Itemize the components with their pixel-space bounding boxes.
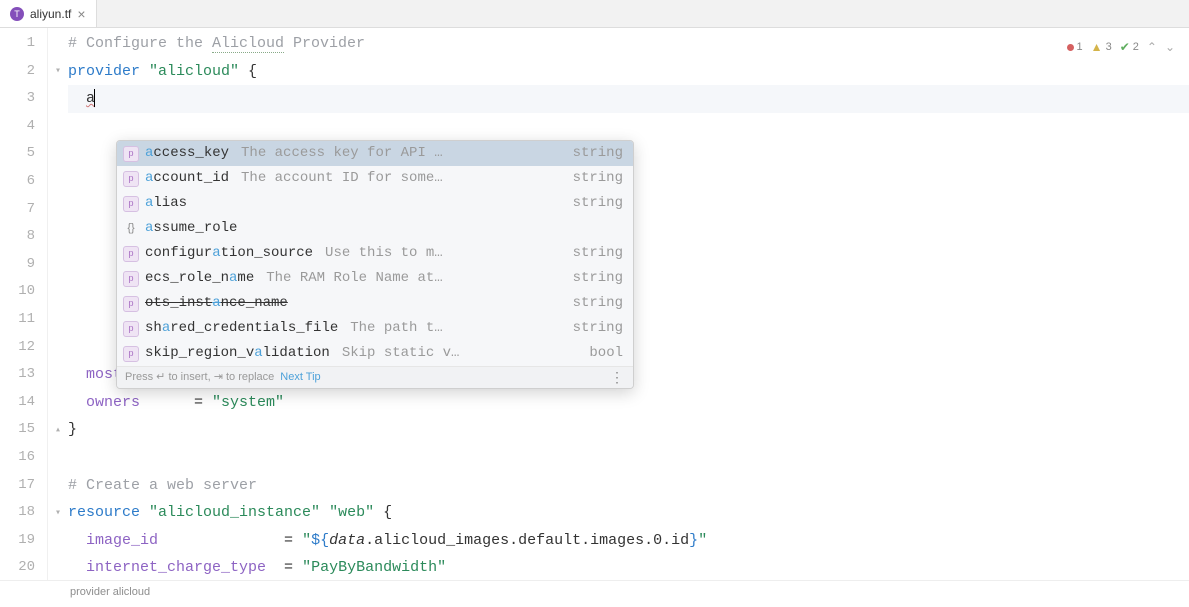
block-kind-icon: {}: [123, 221, 139, 237]
property-kind-icon: p: [123, 346, 139, 362]
code-line[interactable]: ▾provider "alicloud" {: [68, 58, 1189, 86]
tab-bar: T aliyun.tf ×: [0, 0, 1189, 28]
completion-desc: The access key for API …: [241, 140, 567, 167]
code-line[interactable]: ▾resource "alicloud_instance" "web" {: [68, 499, 1189, 527]
completion-type: string: [573, 240, 623, 268]
fold-icon[interactable]: ▾: [52, 500, 64, 528]
error-indicator[interactable]: 1: [1067, 34, 1083, 62]
completion-name: alias: [145, 190, 187, 218]
completion-name: account_id: [145, 165, 229, 193]
completion-name: configuration_source: [145, 240, 313, 268]
inspection-widget[interactable]: 1 ▲3 ✔2 ⌃ ⌄: [1067, 34, 1175, 62]
editor[interactable]: 12345678910 11121314151617181920 1 ▲3 ✔2…: [0, 28, 1189, 580]
completion-item[interactable]: p account_id The account ID for some…strin…: [117, 166, 633, 191]
completion-type: string: [573, 315, 623, 343]
completion-type: string: [573, 290, 623, 318]
code-line[interactable]: image_id = "${data.alicloud_images.defau…: [68, 527, 1189, 555]
tab-filename: aliyun.tf: [30, 7, 71, 21]
chevron-up-icon[interactable]: ⌃: [1147, 34, 1157, 62]
next-tip-link[interactable]: Next Tip: [280, 364, 320, 389]
completion-hint: Press ↵ to insert, ⇥ to replace: [125, 364, 274, 389]
code-line[interactable]: ▴}: [68, 416, 1189, 444]
completion-type: string: [573, 190, 623, 218]
code-line[interactable]: # Create a web server: [68, 472, 1189, 500]
warning-indicator[interactable]: ▲3: [1091, 34, 1112, 62]
completion-item[interactable]: pskip_region_validationSkip static v…boo…: [117, 341, 633, 366]
completion-item[interactable]: p configuration_source Use this to m…strin…: [117, 241, 633, 266]
file-tab[interactable]: T aliyun.tf ×: [0, 0, 97, 27]
line-gutter: 12345678910 11121314151617181920: [0, 28, 48, 580]
completion-name: shared_credentials_file: [145, 315, 338, 343]
property-kind-icon: p: [123, 146, 139, 162]
property-kind-icon: p: [123, 171, 139, 187]
completion-name: ots_instance_name: [145, 290, 288, 318]
completion-type: string: [573, 140, 623, 167]
code-line[interactable]: owners = "system": [68, 389, 1189, 417]
code-area[interactable]: 1 ▲3 ✔2 ⌃ ⌄ # Configure the Alicloud Pro…: [48, 28, 1189, 580]
property-kind-icon: p: [123, 196, 139, 212]
completion-type: string: [573, 265, 623, 293]
completion-name: assume_role: [145, 215, 237, 243]
property-kind-icon: p: [123, 296, 139, 312]
completion-desc: The path t…: [350, 315, 566, 343]
close-icon[interactable]: ×: [77, 7, 85, 21]
property-kind-icon: p: [123, 271, 139, 287]
completion-desc: The RAM Role Name at…: [266, 265, 566, 293]
breadcrumb-bar: provider alicloud: [0, 580, 1189, 603]
more-icon[interactable]: ⋮: [610, 364, 625, 389]
terraform-icon: T: [10, 7, 24, 21]
fold-icon[interactable]: ▾: [52, 58, 64, 86]
code-line-current[interactable]: a: [68, 85, 1189, 113]
code-line[interactable]: # Configure the Alicloud Provider: [68, 30, 1189, 58]
completion-item[interactable]: p access_key The access key for API …strin…: [117, 141, 633, 166]
completion-desc: The account ID for some…: [241, 165, 567, 193]
completion-item[interactable]: p ecs_role_name The RAM Role Name at…strin…: [117, 266, 633, 291]
completion-item[interactable]: p ots_instance_name string: [117, 291, 633, 316]
property-kind-icon: p: [123, 246, 139, 262]
completion-name: ecs_role_name: [145, 265, 254, 293]
completion-item[interactable]: palias string: [117, 191, 633, 216]
completion-popup: paccess_keyThe access key for API …strin…: [116, 140, 634, 389]
completion-desc: Skip static v…: [342, 340, 584, 368]
fold-up-icon[interactable]: ▴: [52, 417, 64, 445]
completion-desc: Use this to m…: [325, 240, 567, 268]
code-line[interactable]: internet_charge_type = "PayByBandwidth": [68, 554, 1189, 582]
ok-indicator[interactable]: ✔2: [1120, 34, 1139, 62]
property-kind-icon: p: [123, 321, 139, 337]
completion-name: access_key: [145, 140, 229, 167]
completion-item[interactable]: {} assume_role: [117, 216, 633, 241]
completion-type: string: [573, 165, 623, 193]
completion-item[interactable]: p shared_credentials_file The path t…strin…: [117, 316, 633, 341]
completion-footer: Press ↵ to insert, ⇥ to replace Next Tip…: [117, 366, 633, 388]
chevron-down-icon[interactable]: ⌄: [1165, 34, 1175, 62]
breadcrumb[interactable]: provider alicloud: [70, 586, 150, 598]
